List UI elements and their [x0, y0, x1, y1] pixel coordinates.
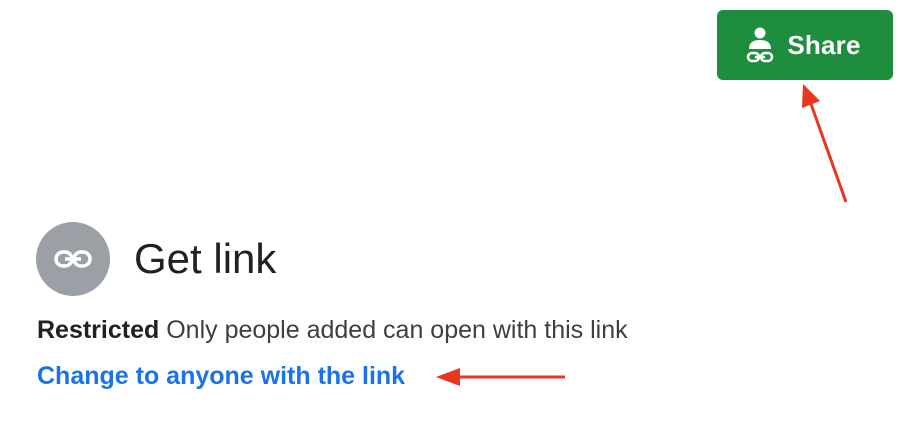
get-link-title: Get link — [134, 235, 277, 282]
access-description: Restricted Only people added can open wi… — [37, 316, 628, 345]
arrow-to-share-button — [802, 84, 848, 203]
share-button-label: Share — [787, 29, 861, 60]
share-button[interactable]: Share — [717, 10, 893, 80]
share-dialog-area: Share Get link Restricted Only people ad… — [0, 0, 904, 428]
link-icon — [36, 222, 110, 296]
arrow-to-change-link — [436, 368, 565, 386]
change-link-access-link[interactable]: Change to anyone with the link — [37, 362, 405, 391]
person-link-icon — [745, 26, 775, 64]
get-link-header: Get link — [36, 222, 276, 296]
access-description-text: Only people added can open with this lin… — [166, 316, 628, 344]
access-level: Restricted — [37, 316, 160, 344]
